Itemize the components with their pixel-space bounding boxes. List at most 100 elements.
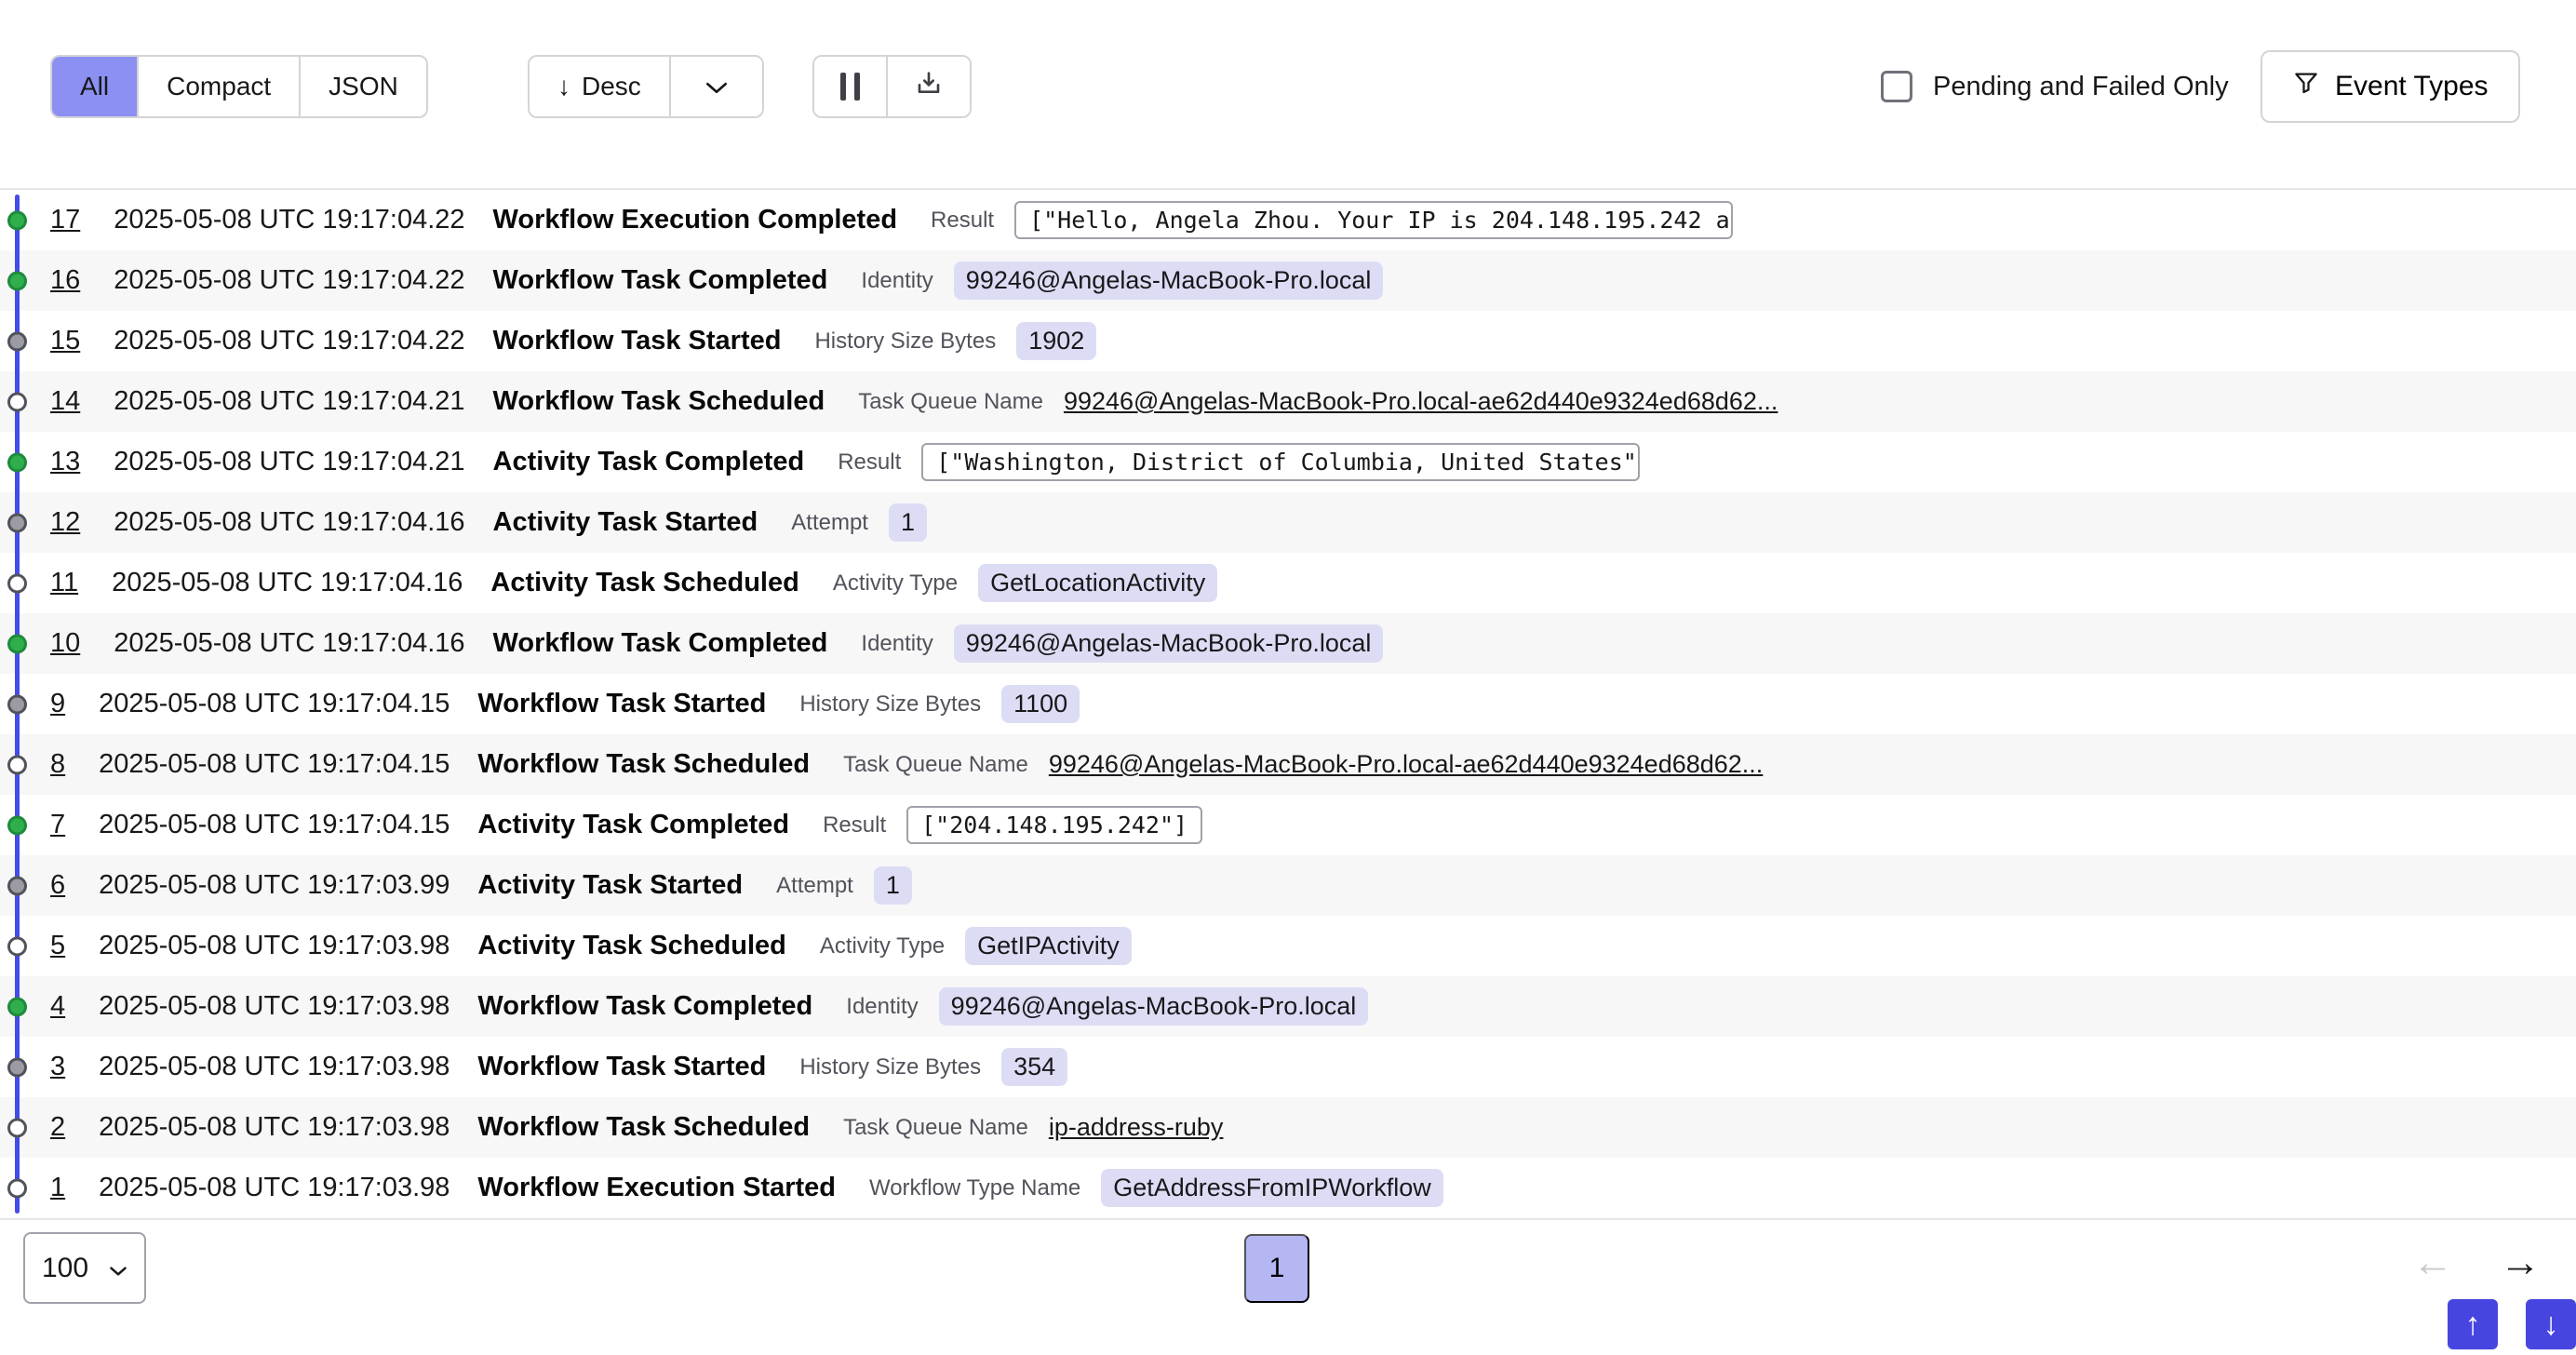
event-name: Activity Task Scheduled	[490, 568, 798, 598]
event-attr-value[interactable]: 99246@Angelas-MacBook-Pro.local-ae62d440…	[1049, 750, 1763, 779]
table-divider	[0, 1218, 2576, 1220]
event-id-link[interactable]: 1	[50, 1173, 65, 1203]
event-name: Workflow Task Started	[477, 689, 766, 719]
next-page-button[interactable]: →	[2500, 1240, 2541, 1286]
event-attr-value: GetLocationActivity	[978, 564, 1217, 602]
event-row: 4 2025-05-08 UTC 19:17:03.98 Workflow Ta…	[0, 976, 2576, 1037]
event-id-link[interactable]: 6	[50, 870, 65, 901]
sort-dropdown-button[interactable]	[671, 57, 762, 116]
view-mode-tabs: All Compact JSON	[50, 55, 428, 118]
event-id-link[interactable]: 15	[50, 326, 80, 356]
event-name: Workflow Task Scheduled	[477, 1112, 810, 1143]
event-attr-value: 99246@Angelas-MacBook-Pro.local	[954, 262, 1384, 300]
event-id-link[interactable]: 7	[50, 810, 65, 840]
event-name: Activity Task Started	[477, 870, 743, 901]
page-size-select[interactable]: 100	[23, 1232, 146, 1304]
event-timestamp: 2025-05-08 UTC 19:17:04.22	[114, 326, 464, 356]
event-attr-label: Activity Type	[820, 933, 945, 959]
event-attr-value: 1902	[1016, 322, 1096, 360]
tab-json[interactable]: JSON	[301, 57, 426, 116]
event-timestamp: 2025-05-08 UTC 19:17:04.16	[112, 568, 463, 598]
event-row: 3 2025-05-08 UTC 19:17:03.98 Workflow Ta…	[0, 1037, 2576, 1097]
event-attr-value: ["Hello, Angela Zhou. Your IP is 204.148…	[1014, 201, 1733, 239]
event-id-link[interactable]: 9	[50, 689, 65, 719]
event-id-link[interactable]: 14	[50, 386, 80, 417]
event-id-link[interactable]: 11	[50, 568, 78, 598]
event-row: 2 2025-05-08 UTC 19:17:03.98 Workflow Ta…	[0, 1097, 2576, 1158]
event-name: Activity Task Completed	[493, 447, 805, 477]
event-id-link[interactable]: 13	[50, 447, 80, 477]
event-name: Workflow Task Scheduled	[493, 386, 825, 417]
event-id-link[interactable]: 17	[50, 205, 80, 235]
event-timestamp: 2025-05-08 UTC 19:17:04.15	[99, 749, 449, 780]
event-rows: 17 2025-05-08 UTC 19:17:04.22 Workflow E…	[0, 190, 2576, 1218]
event-id-link[interactable]: 10	[50, 628, 80, 659]
event-row: 13 2025-05-08 UTC 19:17:04.21 Activity T…	[0, 432, 2576, 492]
event-row: 5 2025-05-08 UTC 19:17:03.98 Activity Ta…	[0, 916, 2576, 976]
event-id-link[interactable]: 4	[50, 991, 65, 1022]
sort-desc-button[interactable]: ↓ Desc	[530, 57, 671, 116]
event-id-link[interactable]: 12	[50, 507, 80, 538]
event-attr-label: Identity	[861, 268, 932, 294]
event-attr-label: Result	[823, 812, 886, 838]
event-attr-value: 1	[874, 866, 912, 905]
sort-control: ↓ Desc	[528, 55, 764, 118]
event-attr-label: Task Queue Name	[843, 1115, 1028, 1141]
event-row: 9 2025-05-08 UTC 19:17:04.15 Workflow Ta…	[0, 674, 2576, 734]
scroll-to-top-button[interactable]: ↑	[2448, 1299, 2498, 1349]
event-row: 14 2025-05-08 UTC 19:17:04.21 Workflow T…	[0, 371, 2576, 432]
pending-failed-checkbox[interactable]	[1881, 71, 1912, 102]
event-timestamp: 2025-05-08 UTC 19:17:04.16	[114, 628, 464, 659]
event-status-dot-icon	[7, 997, 27, 1016]
tab-compact[interactable]: Compact	[139, 57, 301, 116]
tab-all[interactable]: All	[52, 57, 139, 116]
event-timestamp: 2025-05-08 UTC 19:17:03.98	[99, 991, 449, 1022]
event-row: 16 2025-05-08 UTC 19:17:04.22 Workflow T…	[0, 250, 2576, 311]
event-name: Activity Task Scheduled	[477, 931, 785, 961]
event-attr-label: History Size Bytes	[799, 1054, 981, 1080]
event-attr-label: History Size Bytes	[814, 329, 996, 355]
event-timestamp: 2025-05-08 UTC 19:17:04.21	[114, 447, 464, 477]
pending-failed-filter: Pending and Failed Only	[1881, 55, 2229, 118]
event-status-dot-icon	[7, 1057, 27, 1077]
event-timestamp: 2025-05-08 UTC 19:17:03.98	[99, 931, 449, 961]
event-name: Activity Task Completed	[477, 810, 789, 840]
event-attr-value: ["Washington, District of Columbia, Unit…	[921, 443, 1640, 481]
pause-button[interactable]	[814, 57, 888, 116]
event-row: 1 2025-05-08 UTC 19:17:03.98 Workflow Ex…	[0, 1158, 2576, 1218]
event-row: 6 2025-05-08 UTC 19:17:03.99 Activity Ta…	[0, 855, 2576, 916]
event-attr-value: 1	[889, 503, 927, 542]
event-timestamp: 2025-05-08 UTC 19:17:03.98	[99, 1173, 449, 1203]
event-attr-value[interactable]: 99246@Angelas-MacBook-Pro.local-ae62d440…	[1064, 387, 1778, 416]
page-size-value: 100	[42, 1253, 88, 1284]
event-attr-label: Identity	[846, 994, 918, 1020]
event-attr-value[interactable]: ip-address-ruby	[1049, 1113, 1224, 1142]
event-name: Workflow Execution Started	[477, 1173, 836, 1203]
event-status-dot-icon	[7, 331, 27, 351]
chevron-down-icon	[109, 1253, 127, 1284]
event-status-dot-icon	[7, 936, 27, 956]
scroll-to-bottom-button[interactable]: ↓	[2526, 1299, 2576, 1349]
event-status-dot-icon	[7, 452, 27, 472]
event-id-link[interactable]: 8	[50, 749, 65, 780]
event-id-link[interactable]: 3	[50, 1052, 65, 1082]
event-id-link[interactable]: 5	[50, 931, 65, 961]
event-attr-value: 99246@Angelas-MacBook-Pro.local	[939, 987, 1369, 1026]
event-attr-label: Result	[931, 208, 994, 234]
event-timestamp: 2025-05-08 UTC 19:17:03.99	[99, 870, 449, 901]
event-status-dot-icon	[7, 1178, 27, 1198]
event-id-link[interactable]: 2	[50, 1112, 65, 1143]
previous-page-button[interactable]: ←	[2412, 1240, 2453, 1286]
event-attr-value: 1100	[1001, 685, 1080, 723]
event-id-link[interactable]: 16	[50, 265, 80, 296]
download-button[interactable]	[888, 57, 970, 116]
event-types-button[interactable]: Event Types	[2261, 50, 2520, 123]
page-number-button[interactable]: 1	[1244, 1234, 1309, 1303]
event-row: 15 2025-05-08 UTC 19:17:04.22 Workflow T…	[0, 311, 2576, 371]
event-attr-label: Identity	[861, 631, 932, 657]
event-timestamp: 2025-05-08 UTC 19:17:04.21	[114, 386, 464, 417]
event-name: Workflow Task Started	[477, 1052, 766, 1082]
event-attr-label: Workflow Type Name	[869, 1175, 1080, 1201]
toolbar: All Compact JSON ↓ Desc Pending and Fail…	[0, 0, 2576, 188]
event-attr-label: Attempt	[776, 873, 853, 899]
